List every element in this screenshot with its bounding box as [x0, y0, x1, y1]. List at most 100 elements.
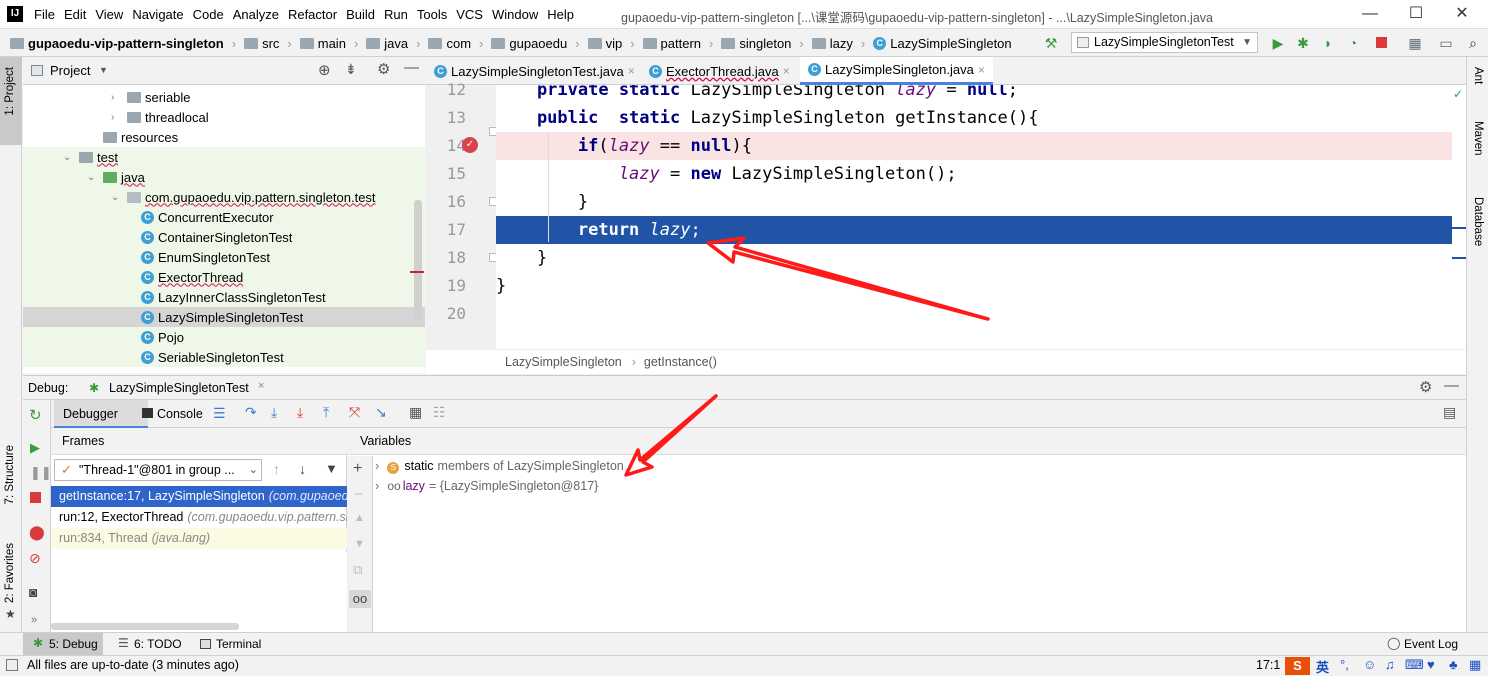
view-breakpoints-icon[interactable]: ⬤ — [29, 524, 45, 541]
menu-help[interactable]: Help — [547, 7, 574, 22]
tree-item[interactable]: ⌄ com.gupaoedu.vip.pattern.singleton.test — [23, 187, 425, 207]
tree-item[interactable]: ⌄ test — [23, 147, 425, 167]
step-out-icon[interactable]: ⤒ — [323, 404, 329, 421]
debug-bug-icon[interactable]: ✱ — [1295, 35, 1311, 51]
stripe-favorites-label[interactable]: 2: Favorites — [4, 543, 16, 603]
code-line[interactable]: private static LazySimpleSingleton lazy … — [496, 85, 1458, 104]
tree-item[interactable]: C LazySimpleSingletonTest — [23, 307, 425, 327]
menu-vcs[interactable]: VCS — [456, 7, 483, 22]
tree-item[interactable]: C SeriableSingletonTest — [23, 347, 425, 367]
variable-row[interactable]: › Sstatic members of LazySimpleSingleton — [375, 456, 624, 476]
tree-item[interactable]: C LazyInnerClassSingletonTest — [23, 287, 425, 307]
force-step-into-icon[interactable]: ⤓ — [297, 404, 303, 421]
tree-item[interactable]: C ExectorThread — [23, 267, 425, 287]
breadcrumb-item[interactable]: C LazySimpleSingleton — [873, 36, 1012, 51]
camera-icon[interactable]: ◙ — [29, 584, 37, 600]
tree-item[interactable]: resources — [23, 127, 425, 147]
stop-icon[interactable] — [30, 492, 41, 503]
evaluate-expression-icon[interactable]: ▦ — [409, 404, 422, 421]
editor-scrollbar[interactable]: ✓ — [1452, 85, 1466, 349]
chevron-right-icon[interactable]: › — [375, 478, 379, 493]
rerun-icon[interactable]: ↻ — [29, 406, 42, 424]
copy-icon[interactable]: ⧉ — [353, 562, 362, 578]
breakpoint-icon[interactable]: ✓ — [462, 137, 478, 153]
locate-target-icon[interactable]: ⊕ — [318, 61, 331, 79]
close-tab-icon[interactable]: × — [783, 64, 790, 78]
step-over-icon[interactable]: ↷ — [245, 404, 257, 421]
close-tab-icon[interactable]: × — [258, 380, 264, 392]
tools-grid-icon[interactable]: ▦ — [1469, 657, 1481, 673]
tree-item[interactable]: › threadlocal — [23, 107, 425, 127]
code-line[interactable]: public static LazySimpleSingleton getIns… — [496, 104, 1458, 132]
menu-window[interactable]: Window — [492, 7, 538, 22]
more-icon[interactable]: » — [31, 614, 37, 626]
editor-gutter[interactable]: 12 13 14 15 16 17 18 19 20 ✓ — [426, 80, 498, 349]
tab-debugger[interactable]: Debugger — [54, 400, 148, 428]
debug-tool-tab[interactable]: ✱ 5: Debug — [23, 633, 103, 655]
step-into-icon[interactable]: ⤓ — [271, 404, 277, 421]
code-line[interactable] — [496, 300, 1458, 328]
minimize-icon[interactable]: — — [1360, 4, 1380, 24]
close-tab-icon[interactable]: × — [628, 64, 635, 78]
stripe-project-label[interactable]: 1: Project — [4, 67, 16, 116]
sogou-ime-icon[interactable]: S — [1285, 657, 1310, 675]
thread-select[interactable]: ✓ "Thread-1"@801 in group ... ⌄ — [54, 459, 262, 481]
editor-tab[interactable]: C LazySimpleSingleton.java × — [800, 57, 993, 85]
code-editor[interactable]: private static LazySimpleSingleton lazy … — [496, 85, 1458, 349]
event-log-tool-tab[interactable]: Event Log — [1404, 637, 1458, 651]
maximize-icon[interactable]: ☐ — [1406, 4, 1426, 24]
breadcrumb-item[interactable]: vip — [587, 36, 622, 51]
previous-frame-icon[interactable]: ↑ — [273, 461, 280, 477]
next-frame-icon[interactable]: ↓ — [299, 461, 306, 477]
code-line[interactable]: } — [496, 272, 1458, 300]
emoji-icon[interactable]: ☺ — [1363, 657, 1376, 672]
remove-watch-icon[interactable]: − — [354, 486, 363, 503]
punctuation-icon[interactable]: °, — [1340, 657, 1349, 672]
ime-mode[interactable]: 英 — [1316, 657, 1329, 676]
editor-breadcrumb-item[interactable]: LazySimpleSingleton — [505, 355, 622, 369]
pause-icon[interactable]: ❚❚ — [30, 465, 52, 481]
menu-view[interactable]: View — [95, 7, 123, 22]
breadcrumb-item[interactable]: lazy — [811, 36, 853, 51]
menu-build[interactable]: Build — [346, 7, 375, 22]
keyboard-icon[interactable]: ⌨ — [1405, 657, 1424, 673]
stripe-maven-label[interactable]: Maven — [1472, 121, 1484, 156]
coverage-icon[interactable]: ◗ — [1320, 35, 1336, 51]
stack-frame[interactable]: getInstance:17, LazySimpleSingleton (com.… — [51, 486, 347, 507]
code-line[interactable]: } — [496, 244, 1458, 272]
tree-scrollbar[interactable] — [414, 200, 422, 320]
tree-item[interactable]: › seriable — [23, 87, 425, 107]
breadcrumb-item[interactable]: java — [366, 36, 408, 51]
editor-breadcrumb-item[interactable]: getInstance() — [644, 355, 717, 369]
breadcrumb-item[interactable]: main — [299, 36, 346, 51]
gear-icon[interactable]: ⚙ — [377, 60, 390, 78]
hide-panel-icon[interactable]: — — [1444, 377, 1459, 394]
code-line[interactable]: lazy = new LazySimpleSingleton(); — [496, 160, 1458, 188]
menu-edit[interactable]: Edit — [64, 7, 86, 22]
chevron-right-icon[interactable]: › — [111, 112, 123, 123]
tree-item[interactable]: C ContainerSingletonTest — [23, 227, 425, 247]
project-structure-icon[interactable]: ▦ — [1407, 35, 1423, 51]
stack-frame[interactable]: run:12, ExectorThread (com.gupaoedu.vip.p… — [51, 507, 347, 528]
chevron-right-icon[interactable]: › — [375, 458, 379, 473]
frames-horizontal-scrollbar[interactable] — [51, 623, 239, 630]
run-configuration-select[interactable]: LazySimpleSingletonTest ▼ — [1071, 32, 1258, 53]
menu-tools[interactable]: Tools — [417, 7, 447, 22]
variable-row[interactable]: › oo lazy = {LazySimpleSingleton@817} — [375, 476, 598, 496]
add-watch-icon[interactable]: + — [353, 460, 362, 478]
chevron-down-icon[interactable]: ▼ — [99, 65, 108, 75]
stack-frame[interactable]: run:834, Thread (java.lang) — [51, 528, 347, 549]
project-panel-title[interactable]: Project — [50, 63, 90, 78]
todo-tool-tab[interactable]: 6: TODO — [134, 637, 182, 651]
layout-settings-icon[interactable]: ▤ — [1443, 404, 1456, 421]
close-icon[interactable]: ✕ — [1452, 4, 1472, 24]
breadcrumb-item[interactable]: src — [244, 36, 279, 51]
mute-breakpoints-icon[interactable]: ⊘ — [29, 550, 41, 567]
microphone-icon[interactable]: ♫ — [1385, 657, 1395, 672]
build-hammer-icon[interactable]: ⚒ — [1043, 35, 1059, 51]
move-up-icon[interactable]: ▲ — [354, 512, 365, 524]
run-icon[interactable]: ▶ — [1270, 35, 1286, 51]
menu-file[interactable]: File — [34, 7, 55, 22]
chevron-right-icon[interactable]: › — [111, 92, 123, 103]
code-line[interactable]: return lazy; — [496, 216, 1458, 244]
